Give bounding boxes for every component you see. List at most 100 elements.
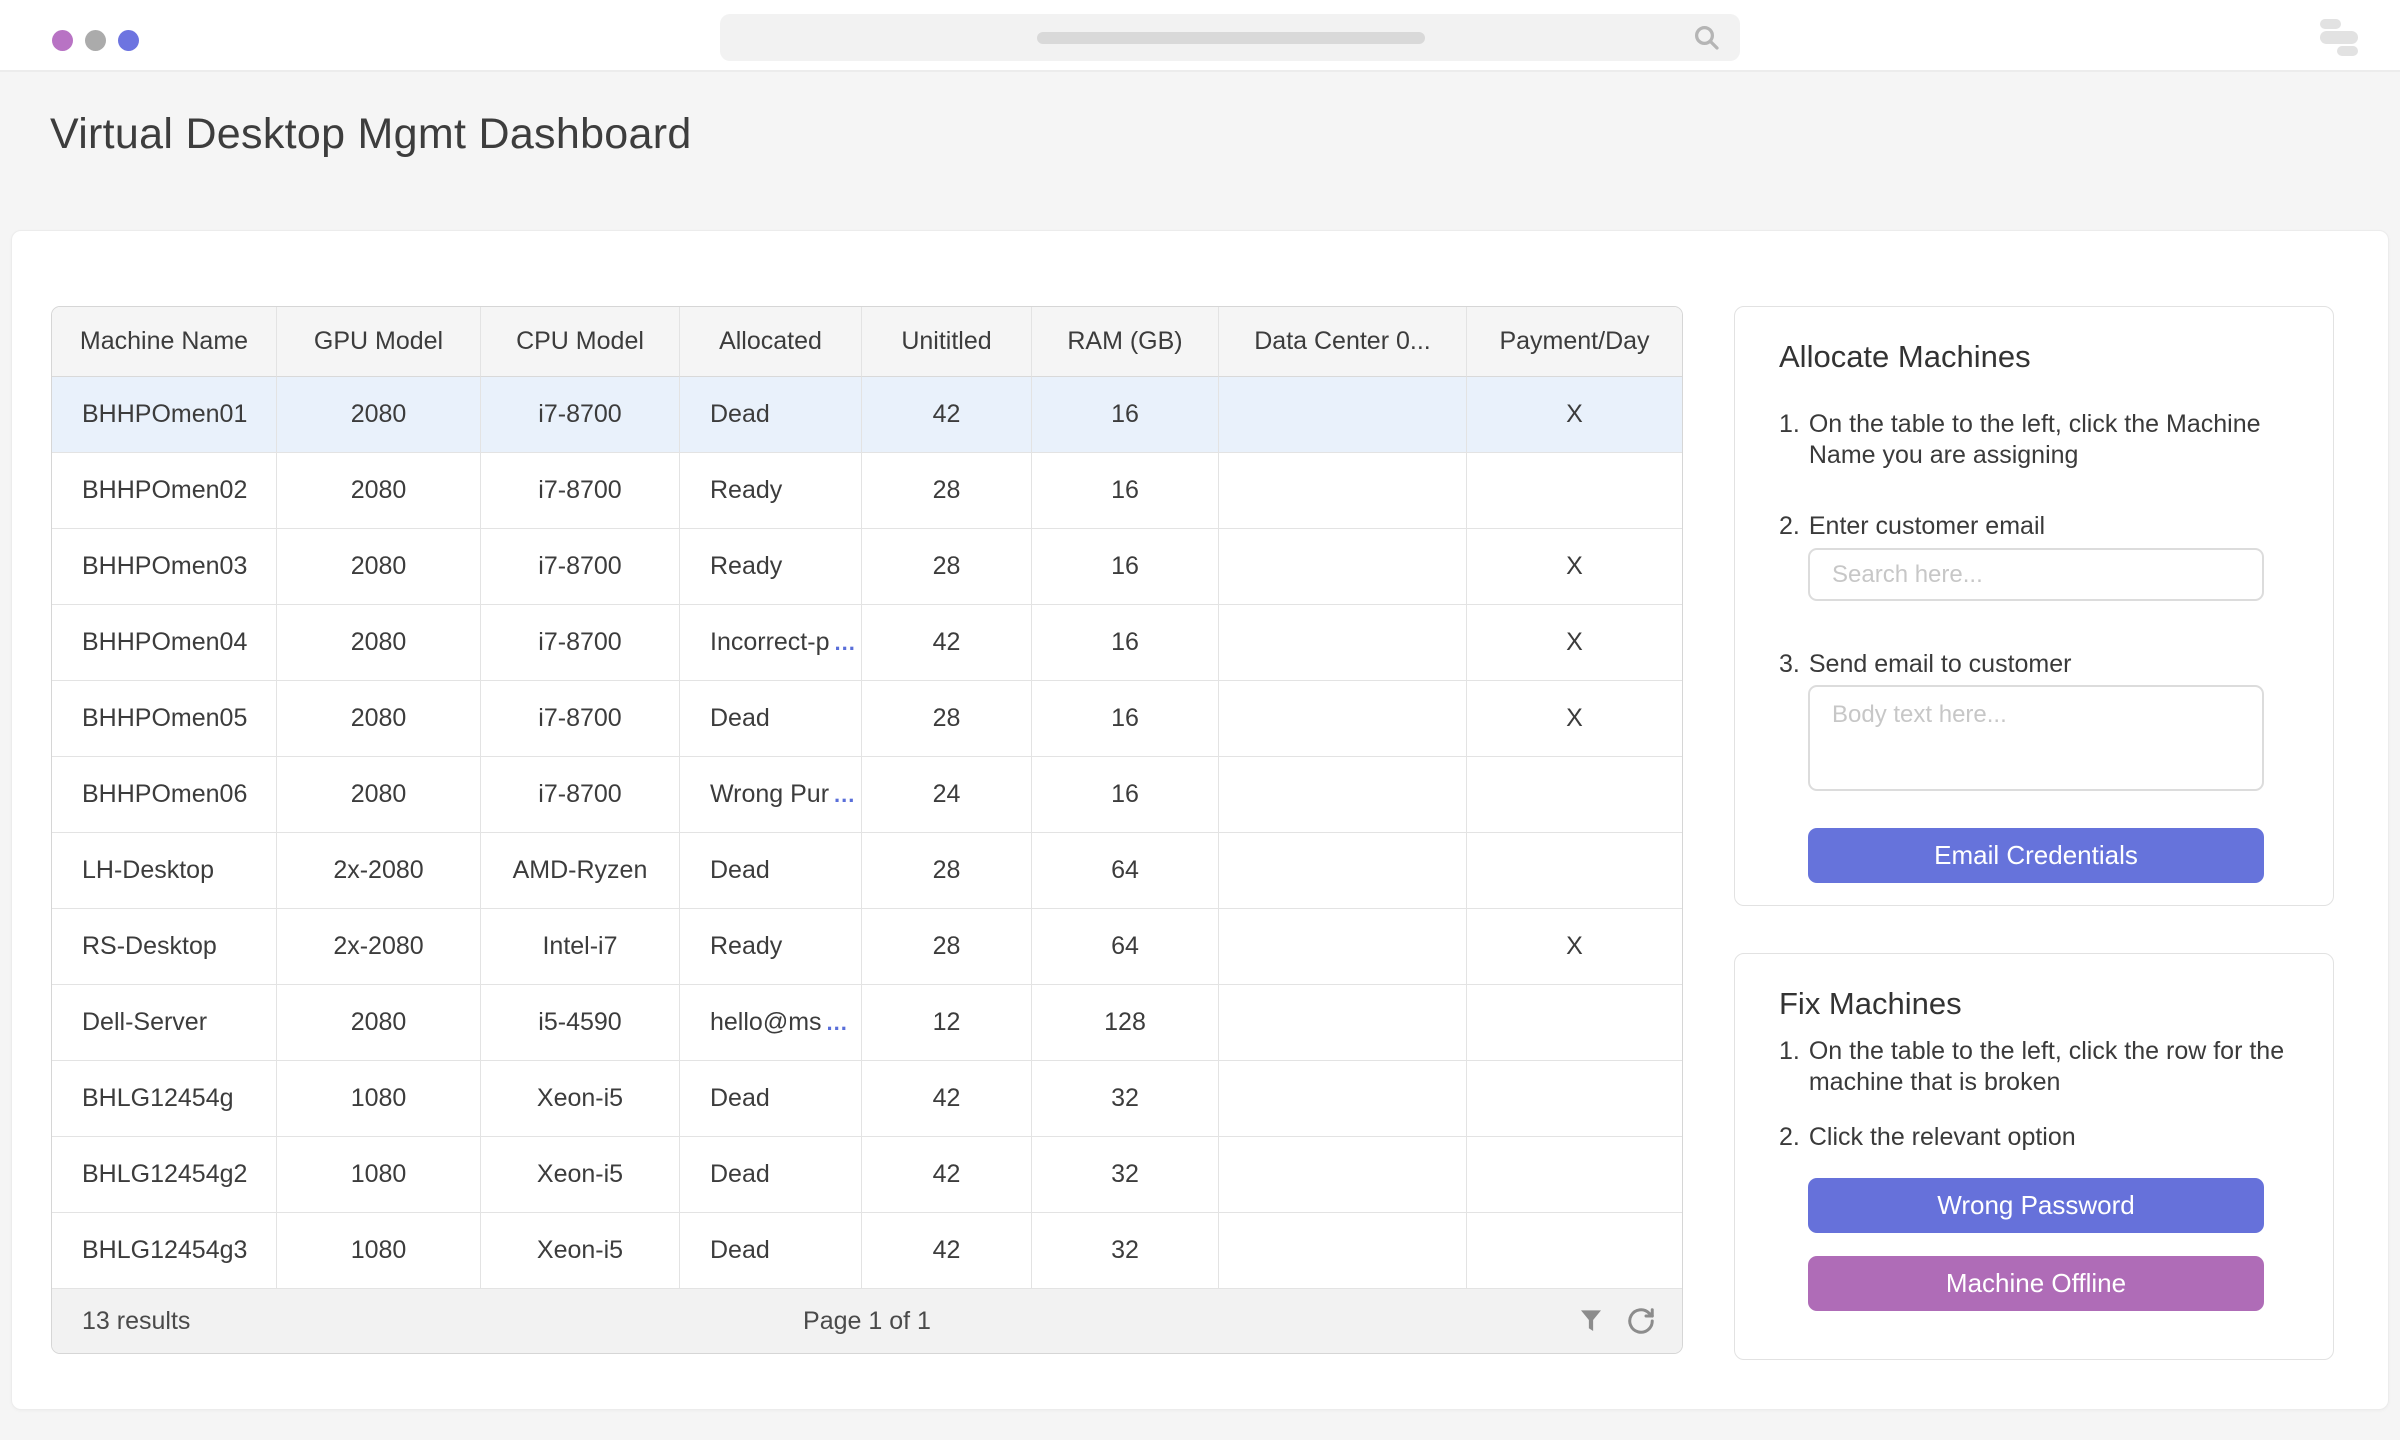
machine-name-cell[interactable]: RS-Desktop [52, 909, 277, 985]
browser-search-bar[interactable] [720, 14, 1740, 61]
ram-cell: 32 [1032, 1213, 1219, 1289]
unititled-cell: 24 [862, 757, 1032, 833]
allocated-cell: Wrong Pur... [680, 757, 862, 833]
gpu-model-cell: 2080 [277, 529, 481, 605]
machine-name-cell[interactable]: BHLG12454g3 [52, 1213, 277, 1289]
machine-name-cell[interactable]: BHHPOmen05 [52, 681, 277, 757]
truncation-ellipsis: ... [834, 782, 855, 808]
search-icon[interactable] [1692, 23, 1722, 53]
table-row[interactable]: BHHPOmen052080i7-8700Dead2816X [52, 681, 1682, 757]
email-credentials-button[interactable]: Email Credentials [1808, 828, 2264, 883]
refresh-icon[interactable] [1626, 1306, 1656, 1336]
table-row[interactable]: Dell-Server2080i5-4590hello@ms...12128 [52, 985, 1682, 1061]
cpu-model-cell: i7-8700 [481, 681, 680, 757]
column-header: Unititled [862, 307, 1032, 377]
filter-icon[interactable] [1576, 1306, 1606, 1336]
allocated-cell: Dead [680, 833, 862, 909]
table-row[interactable]: BHLG12454g1080Xeon-i5Dead4232 [52, 1061, 1682, 1137]
window-dot-blue[interactable] [118, 30, 139, 51]
step-number: 2. [1779, 511, 1800, 542]
truncation-ellipsis: ... [827, 1010, 848, 1036]
unititled-cell: 28 [862, 909, 1032, 985]
gpu-model-cell: 2080 [277, 985, 481, 1061]
payment-cell: X [1467, 909, 1682, 985]
allocated-cell: Incorrect-p... [680, 605, 862, 681]
column-header: Data Center 0... [1219, 307, 1467, 377]
table-header-row: Machine NameGPU ModelCPU ModelAllocatedU… [52, 307, 1682, 377]
payment-cell: X [1467, 529, 1682, 605]
data-center-cell [1219, 1213, 1467, 1289]
unititled-cell: 28 [862, 833, 1032, 909]
window-dot-gray[interactable] [85, 30, 106, 51]
allocate-panel-title: Allocate Machines [1779, 339, 2031, 375]
data-center-cell [1219, 985, 1467, 1061]
ram-cell: 64 [1032, 833, 1219, 909]
table-body: BHHPOmen012080i7-8700Dead4216XBHHPOmen02… [52, 377, 1682, 1289]
allocated-cell: hello@ms... [680, 985, 862, 1061]
unititled-cell: 42 [862, 1213, 1032, 1289]
menu-lines-icon[interactable] [2320, 19, 2358, 55]
page-indicator: Page 1 of 1 [52, 1307, 1682, 1336]
table-row[interactable]: BHHPOmen012080i7-8700Dead4216X [52, 377, 1682, 453]
email-body-textarea[interactable] [1808, 685, 2264, 791]
column-header: Allocated [680, 307, 862, 377]
table-footer: 13 results Page 1 of 1 [52, 1289, 1682, 1353]
table-row[interactable]: RS-Desktop2x-2080Intel-i7Ready2864X [52, 909, 1682, 985]
column-header: CPU Model [481, 307, 680, 377]
unititled-cell: 28 [862, 681, 1032, 757]
allocated-cell: Dead [680, 1213, 862, 1289]
table-row[interactable]: LH-Desktop2x-2080AMD-RyzenDead2864 [52, 833, 1682, 909]
unititled-cell: 42 [862, 377, 1032, 453]
cpu-model-cell: i7-8700 [481, 529, 680, 605]
table-row[interactable]: BHHPOmen022080i7-8700Ready2816 [52, 453, 1682, 529]
window-dot-purple[interactable] [52, 30, 73, 51]
payment-cell [1467, 1213, 1682, 1289]
table-row[interactable]: BHHPOmen032080i7-8700Ready2816X [52, 529, 1682, 605]
cpu-model-cell: i5-4590 [481, 985, 680, 1061]
customer-email-input[interactable] [1808, 548, 2264, 601]
cpu-model-cell: AMD-Ryzen [481, 833, 680, 909]
unititled-cell: 42 [862, 605, 1032, 681]
gpu-model-cell: 2x-2080 [277, 909, 481, 985]
table-row[interactable]: BHHPOmen042080i7-8700Incorrect-p...4216X [52, 605, 1682, 681]
machine-name-cell[interactable]: BHLG12454g2 [52, 1137, 277, 1213]
data-center-cell [1219, 377, 1467, 453]
machine-name-cell[interactable]: BHHPOmen01 [52, 377, 277, 453]
payment-cell [1467, 453, 1682, 529]
machine-offline-button[interactable]: Machine Offline [1808, 1256, 2264, 1311]
allocate-step-2: 2. Enter customer email [1779, 511, 2045, 542]
dashboard-card: Machine NameGPU ModelCPU ModelAllocatedU… [11, 230, 2389, 1410]
gpu-model-cell: 1080 [277, 1137, 481, 1213]
allocated-cell: Dead [680, 377, 862, 453]
data-center-cell [1219, 1061, 1467, 1137]
allocated-cell: Ready [680, 453, 862, 529]
step-text: Send email to customer [1809, 649, 2072, 680]
data-center-cell [1219, 605, 1467, 681]
column-header: GPU Model [277, 307, 481, 377]
url-placeholder-bar [1037, 32, 1425, 44]
gpu-model-cell: 1080 [277, 1061, 481, 1137]
machine-name-cell[interactable]: BHHPOmen06 [52, 757, 277, 833]
unititled-cell: 42 [862, 1061, 1032, 1137]
machine-name-cell[interactable]: BHHPOmen03 [52, 529, 277, 605]
step-number: 1. [1779, 409, 1800, 470]
table-row[interactable]: BHLG12454g31080Xeon-i5Dead4232 [52, 1213, 1682, 1289]
column-header: RAM (GB) [1032, 307, 1219, 377]
wrong-password-button[interactable]: Wrong Password [1808, 1178, 2264, 1233]
menu-bar-top [2320, 19, 2341, 29]
machine-name-cell[interactable]: BHLG12454g [52, 1061, 277, 1137]
gpu-model-cell: 2x-2080 [277, 833, 481, 909]
gpu-model-cell: 2080 [277, 377, 481, 453]
menu-bar-bottom [2337, 46, 2358, 56]
ram-cell: 128 [1032, 985, 1219, 1061]
table-row[interactable]: BHHPOmen062080i7-8700Wrong Pur...2416 [52, 757, 1682, 833]
table-row[interactable]: BHLG12454g21080Xeon-i5Dead4232 [52, 1137, 1682, 1213]
unititled-cell: 28 [862, 453, 1032, 529]
fix-machines-panel: Fix Machines 1. On the table to the left… [1734, 953, 2334, 1360]
ram-cell: 16 [1032, 529, 1219, 605]
machine-name-cell[interactable]: LH-Desktop [52, 833, 277, 909]
machine-name-cell[interactable]: Dell-Server [52, 985, 277, 1061]
cpu-model-cell: i7-8700 [481, 757, 680, 833]
machine-name-cell[interactable]: BHHPOmen02 [52, 453, 277, 529]
machine-name-cell[interactable]: BHHPOmen04 [52, 605, 277, 681]
